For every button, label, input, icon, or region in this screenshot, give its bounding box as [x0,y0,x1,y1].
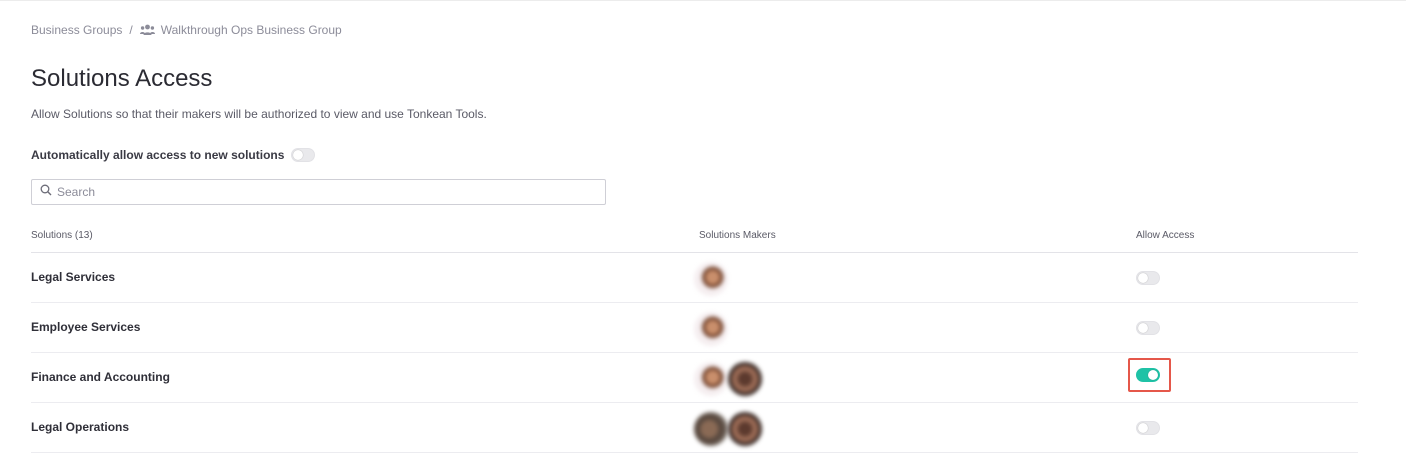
solution-makers [694,262,728,296]
table-row: Legal Operations [31,403,1358,453]
toggle-knob [1138,323,1148,333]
avatar[interactable] [728,362,762,396]
table-header: Solutions (13) Solutions Makers Allow Ac… [31,226,1358,253]
avatar[interactable] [728,412,762,446]
solution-makers [694,312,728,346]
allow-access-toggle[interactable] [1136,368,1160,382]
auto-allow-toggle[interactable] [291,148,316,162]
page-title: Solutions Access [31,65,213,92]
toggle-knob [293,150,304,160]
header-allow-access: Allow Access [1136,230,1195,241]
avatar[interactable] [694,262,728,296]
toggle-knob [1138,423,1148,433]
auto-allow-setting: Automatically allow access to new soluti… [31,148,316,162]
search-icon [40,183,52,201]
avatar[interactable] [694,312,728,346]
table-row: Employee Services [31,303,1358,353]
auto-allow-label: Automatically allow access to new soluti… [31,148,285,162]
page: Business Groups / Walkthrough Ops Busine… [0,0,1406,464]
table-row: Legal Services [31,253,1358,303]
search-box [31,179,606,205]
breadcrumb: Business Groups / Walkthrough Ops Busine… [31,23,342,37]
allow-access-toggle[interactable] [1136,271,1160,285]
header-makers: Solutions Makers [699,230,776,241]
solution-name: Legal Operations [31,420,130,434]
group-icon [139,24,155,36]
solution-name: Finance and Accounting [31,370,170,384]
allow-access-toggle[interactable] [1136,421,1160,435]
toggle-knob [1138,273,1148,283]
top-divider [0,0,1406,1]
solution-name: Legal Services [31,270,116,284]
toggle-knob [1148,370,1158,380]
solution-makers [694,412,762,446]
avatar[interactable] [694,362,728,396]
allow-access-toggle[interactable] [1136,321,1160,335]
breadcrumb-business-groups[interactable]: Business Groups [31,23,122,37]
header-solutions[interactable]: Solutions (13) [31,230,93,241]
search-input[interactable] [57,185,597,199]
solution-makers [694,362,762,396]
breadcrumb-separator: / [129,23,133,37]
page-subtitle: Allow Solutions so that their makers wil… [31,107,487,121]
breadcrumb-current: Walkthrough Ops Business Group [160,23,342,37]
avatar[interactable] [694,412,728,446]
table-row: Finance and Accounting [31,353,1358,403]
solutions-table: Solutions (13) Solutions Makers Allow Ac… [31,226,1358,453]
solution-name: Employee Services [31,320,141,334]
